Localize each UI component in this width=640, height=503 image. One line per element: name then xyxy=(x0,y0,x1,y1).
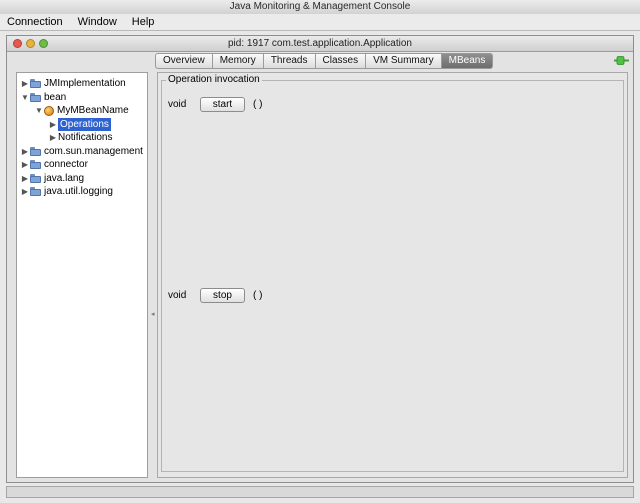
tree-node-label: Notifications xyxy=(58,132,113,143)
tab-overview[interactable]: Overview xyxy=(155,53,213,69)
tree-node-java-util-logging[interactable]: ▶ java.util.logging xyxy=(20,185,113,198)
tree-node-bean[interactable]: ▼ bean xyxy=(20,91,66,104)
connection-status-icon[interactable] xyxy=(614,55,629,66)
folder-icon xyxy=(30,174,41,183)
app-titlebar: Java Monitoring & Management Console xyxy=(0,0,640,15)
status-strip xyxy=(6,486,634,498)
folder-icon xyxy=(30,147,41,156)
tab-vm-summary[interactable]: VM Summary xyxy=(366,53,442,69)
menu-connection[interactable]: Connection xyxy=(0,16,71,28)
start-operation-button[interactable]: start xyxy=(200,97,245,112)
app-title: Java Monitoring & Management Console xyxy=(229,1,411,12)
expand-arrow-icon[interactable]: ▶ xyxy=(48,118,58,131)
tab-threads[interactable]: Threads xyxy=(263,53,316,69)
expand-arrow-icon[interactable]: ▶ xyxy=(20,77,30,90)
mbean-detail-panel: Operation invocation void start ( ) void… xyxy=(157,72,628,478)
tab-mbeans[interactable]: MBeans xyxy=(441,53,494,69)
return-type: void xyxy=(168,99,187,110)
tree-node-label: java.util.logging xyxy=(44,186,113,197)
folder-icon xyxy=(30,187,41,196)
connection-window: pid: 1917 com.test.application.Applicati… xyxy=(6,35,634,483)
tree-node-label: com.sun.management xyxy=(44,146,143,157)
window-controls xyxy=(13,39,48,48)
tree-node-notifications[interactable]: ▶ Notifications xyxy=(48,131,113,144)
window-titlebar: pid: 1917 com.test.application.Applicati… xyxy=(7,36,633,52)
operation-params: ( ) xyxy=(253,290,263,301)
expand-arrow-icon[interactable]: ▶ xyxy=(20,185,30,198)
tree-node-java-lang[interactable]: ▶ java.lang xyxy=(20,172,84,185)
expand-arrow-icon[interactable]: ▶ xyxy=(20,172,30,185)
window-title: pid: 1917 com.test.application.Applicati… xyxy=(227,38,412,49)
folder-icon xyxy=(30,160,41,169)
folder-icon xyxy=(30,93,41,102)
bean-icon xyxy=(44,105,54,116)
expand-arrow-icon[interactable]: ▶ xyxy=(20,158,30,171)
splitter-grip-icon[interactable]: ◂ xyxy=(151,310,155,318)
mbean-tree[interactable]: ▶ JMImplementation ▼ bean ▼ MyMBeanName … xyxy=(16,72,148,478)
tree-node-mymbeanname[interactable]: ▼ MyMBeanName xyxy=(34,104,129,117)
tab-memory[interactable]: Memory xyxy=(212,53,264,69)
menu-window[interactable]: Window xyxy=(71,16,125,28)
folder-icon xyxy=(30,79,41,88)
tree-node-label: MyMBeanName xyxy=(57,105,129,116)
group-title: Operation invocation xyxy=(166,74,262,85)
operation-params: ( ) xyxy=(253,99,263,110)
return-type: void xyxy=(168,290,187,301)
minimize-button[interactable] xyxy=(26,39,35,48)
expand-arrow-icon[interactable]: ▶ xyxy=(20,145,30,158)
tree-node-label: JMImplementation xyxy=(44,78,126,89)
menubar: Connection Window Help xyxy=(0,14,640,31)
tree-node-connector[interactable]: ▶ connector xyxy=(20,158,88,171)
zoom-button[interactable] xyxy=(39,39,48,48)
tree-node-label: connector xyxy=(44,159,88,170)
tree-node-label: bean xyxy=(44,92,67,103)
collapse-arrow-icon[interactable]: ▼ xyxy=(34,104,44,117)
stop-operation-button[interactable]: stop xyxy=(200,288,245,303)
operation-row-start: void start ( ) xyxy=(168,97,262,112)
operation-invocation-group: Operation invocation void start ( ) void… xyxy=(161,74,624,472)
tree-node-label: java.lang xyxy=(44,173,85,184)
split-pane-divider[interactable]: ◂ xyxy=(149,72,156,478)
operation-row-stop: void stop ( ) xyxy=(168,288,262,303)
close-button[interactable] xyxy=(13,39,22,48)
tab-bar: Overview Memory Threads Classes VM Summa… xyxy=(155,53,494,69)
tree-node-com-sun-management[interactable]: ▶ com.sun.management xyxy=(20,145,143,158)
collapse-arrow-icon[interactable]: ▼ xyxy=(20,91,30,104)
menu-help[interactable]: Help xyxy=(125,16,163,28)
expand-arrow-icon[interactable]: ▶ xyxy=(48,131,58,144)
tree-node-label: Operations xyxy=(58,118,111,131)
tree-node-jmimplementation[interactable]: ▶ JMImplementation xyxy=(20,77,126,90)
tab-classes[interactable]: Classes xyxy=(315,53,367,69)
tree-node-operations[interactable]: ▶ Operations xyxy=(48,118,111,131)
